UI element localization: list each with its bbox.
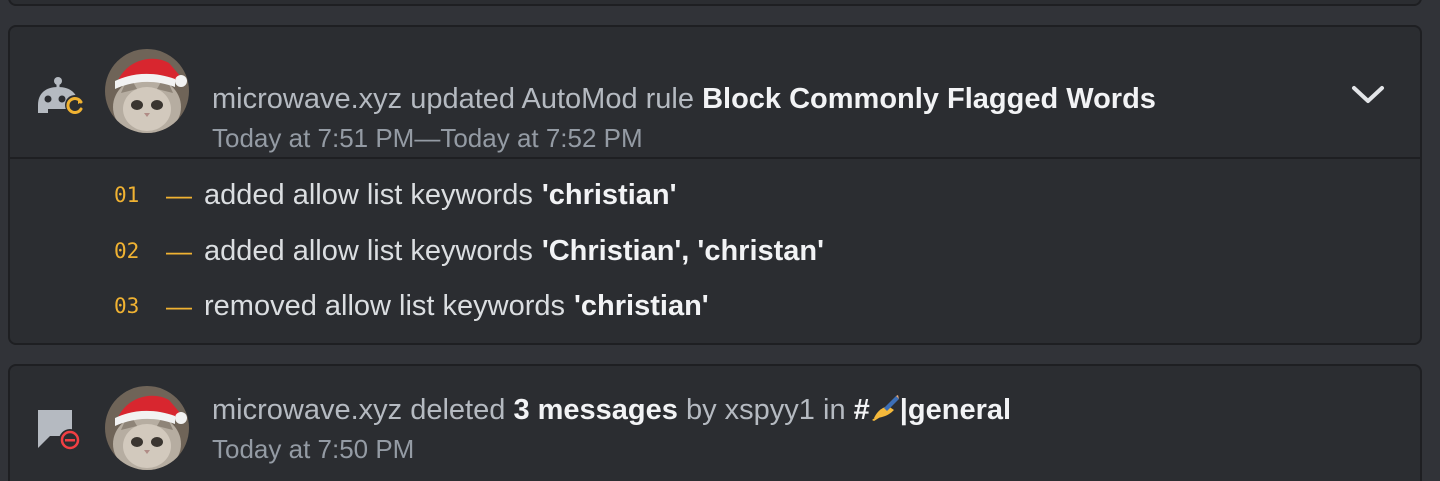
audit-log-entry-automod: microwave.xyz updated AutoMod rule Block… — [8, 25, 1422, 345]
header-divider — [10, 157, 1420, 159]
author-name[interactable]: xspyy1 — [725, 394, 815, 426]
change-row: 02 — added allow list keywords 'Christia… — [114, 231, 824, 271]
change-text: removed allow list keywords — [204, 289, 566, 322]
message-delete-icon — [38, 410, 81, 451]
entry-timestamp: Today at 7:51 PM—Today at 7:52 PM — [212, 123, 643, 153]
writing-hand-emoji-icon — [871, 395, 899, 421]
change-number: 03 — [114, 294, 140, 318]
change-value: 'christian' — [541, 178, 677, 211]
cat-santa-avatar-image — [105, 49, 189, 133]
change-dash: — — [166, 179, 192, 210]
channel-hash: # — [853, 394, 870, 426]
action-text: updated AutoMod rule — [410, 83, 694, 115]
change-number: 01 — [114, 183, 140, 207]
actor-name[interactable]: microwave.xyz — [212, 394, 402, 426]
change-row: 01 — added allow list keywords 'christia… — [114, 175, 677, 215]
actor-name[interactable]: microwave.xyz — [212, 83, 402, 115]
message-count: 3 messages — [513, 394, 678, 426]
chevron-down-icon — [1352, 86, 1384, 103]
in-text: in — [823, 394, 846, 426]
audit-log-page: microwave.xyz updated AutoMod rule Block… — [0, 0, 1440, 481]
action-text: deleted — [410, 394, 506, 426]
audit-log-entry-previous[interactable] — [8, 0, 1422, 6]
entry-header[interactable]: microwave.xyz updated AutoMod rule Block… — [10, 27, 1420, 157]
change-dash: — — [166, 290, 192, 321]
channel-link[interactable]: # |general — [854, 394, 1011, 426]
automod-update-icon — [38, 77, 85, 115]
change-value: 'christian' — [574, 289, 709, 322]
cat-santa-avatar-image — [105, 386, 189, 470]
change-number: 02 — [114, 239, 140, 263]
change-text: added allow list keywords — [204, 178, 533, 211]
entry-summary: microwave.xyz deleted 3 messages by xspy… — [212, 392, 1300, 428]
entry-timestamp: Today at 7:50 PM — [212, 434, 415, 464]
change-dash: — — [166, 235, 192, 266]
target-name: Block Commonly Flagged Words — [702, 83, 1156, 115]
expand-toggle-button[interactable] — [1346, 72, 1390, 116]
change-text: added allow list keywords — [204, 234, 533, 267]
audit-log-entry-message-delete[interactable]: microwave.xyz deleted 3 messages by xspy… — [8, 364, 1422, 481]
entry-summary: microwave.xyz updated AutoMod rule Block… — [212, 81, 1300, 117]
by-text: by — [685, 394, 717, 426]
avatar[interactable] — [105, 386, 189, 470]
avatar[interactable] — [105, 49, 189, 133]
change-value: 'Christian', 'christan' — [541, 234, 825, 267]
change-row: 03 — removed allow list keywords 'christ… — [114, 286, 709, 326]
channel-name: |general — [899, 394, 1012, 426]
